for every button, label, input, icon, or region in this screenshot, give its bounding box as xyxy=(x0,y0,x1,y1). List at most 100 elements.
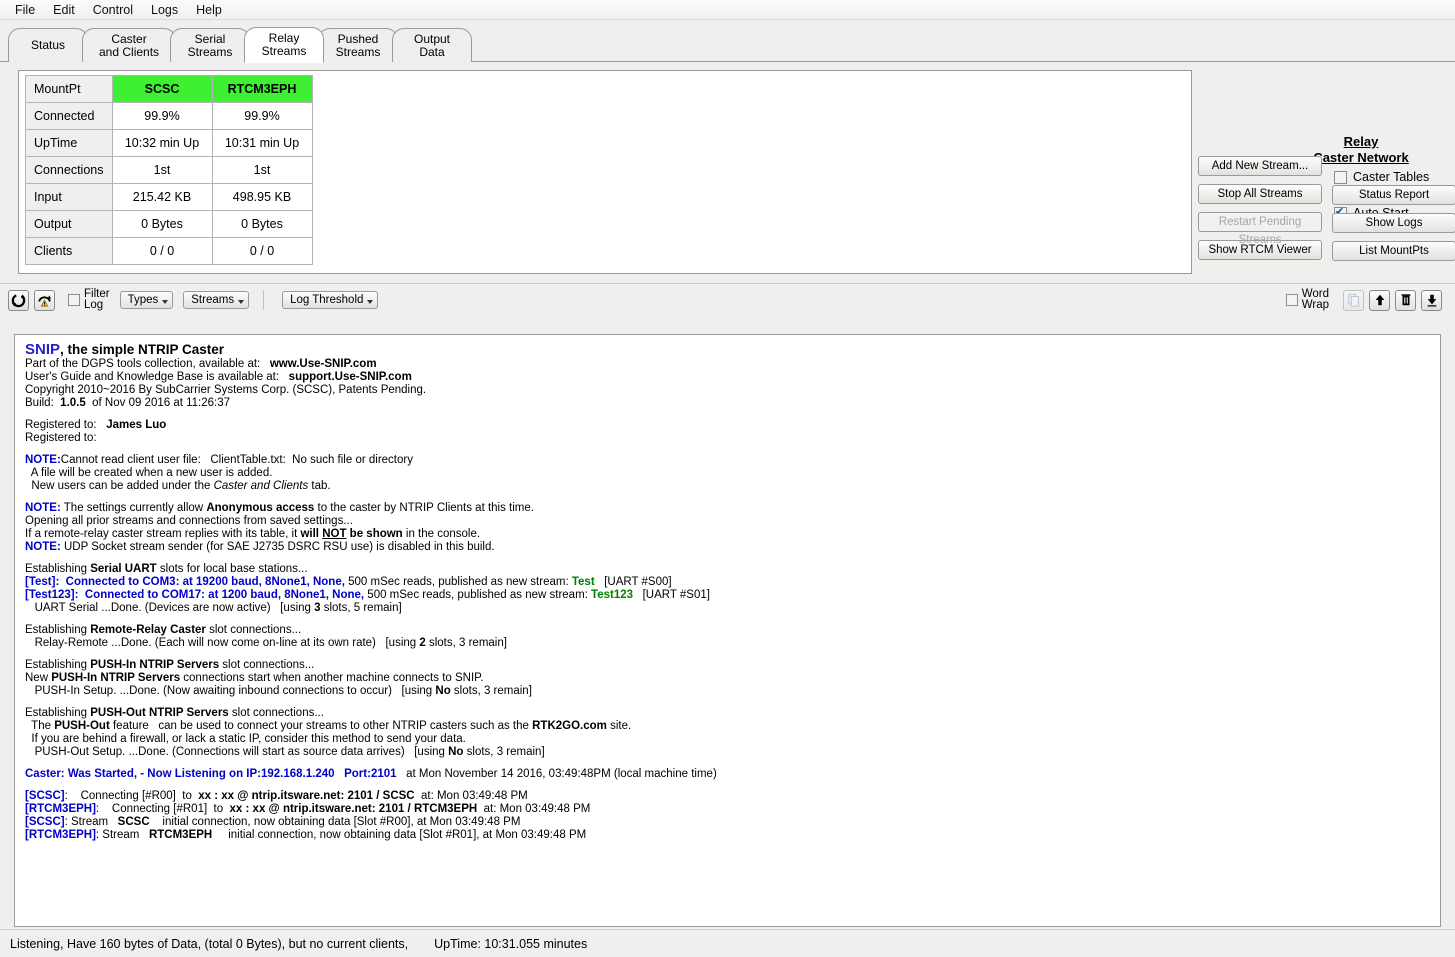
cell-connections-rtcm3eph: 1st xyxy=(211,156,313,184)
console-pushout-done: PUSH-Out Setup. ...Done. (Connections wi… xyxy=(25,746,1430,759)
cell-input-scsc: 215.42 KB xyxy=(111,183,213,211)
toolbar-divider xyxy=(263,290,265,310)
uart1-slot: [UART #S00] xyxy=(594,576,672,588)
console-stream-line-1: [SCSC]: Stream SCSC initial connection, … xyxy=(25,816,1430,829)
streams-stats-table: MountPt SCSC RTCM3EPH Connected 99.9% 99… xyxy=(25,75,313,265)
menu-item-control[interactable]: Control xyxy=(84,1,142,19)
tab-caster-line1: Caster xyxy=(111,31,147,46)
table-row: UpTime 10:32 min Up 10:31 min Up xyxy=(25,129,313,157)
stop-all-streams-button[interactable]: Stop All Streams xyxy=(1198,184,1322,204)
registered-label-1: Registered to: xyxy=(25,419,97,431)
tab-pushed-line1: Pushed xyxy=(337,31,379,46)
relay-control-panel: Relay Caster Network Caster Tables Recon… xyxy=(1196,70,1455,261)
tab-serial-line1: Serial xyxy=(194,31,226,46)
tab-caster-line2: and Clients xyxy=(99,44,160,59)
warning-arc-icon[interactable] xyxy=(34,289,55,311)
console-part-of-line: Part of the DGPS tools collection, avail… xyxy=(25,358,1430,371)
pushin-new-post: connections start when another machine c… xyxy=(180,672,484,684)
relay-buttons-left-column: Add New Stream... Stop All Streams Resta… xyxy=(1198,156,1322,268)
checkbox-caster-tables-box[interactable] xyxy=(1334,170,1347,184)
conn2-post: at: Mon 03:49:48 PM xyxy=(477,803,591,815)
row-label-input: Input xyxy=(25,183,113,211)
console-stream-line-2: [RTCM3EPH]: Stream RTCM3EPH initial conn… xyxy=(25,829,1430,842)
menu-item-logs[interactable]: Logs xyxy=(142,1,187,19)
menu-item-edit[interactable]: Edit xyxy=(44,1,84,19)
filter-log-label-line2: Log xyxy=(84,299,104,311)
note-text-1b: A file will be created when a new user i… xyxy=(30,467,273,479)
mountpt-scsc[interactable]: SCSC xyxy=(111,75,213,103)
status-bar: Listening, Have 160 bytes of Data, (tota… xyxy=(0,929,1455,957)
tab-serial-streams[interactable]: Serial Streams xyxy=(170,28,251,62)
support-link[interactable]: support.Use-SNIP.com xyxy=(289,371,412,383)
console-title-line: SNIP, the simple NTRIP Caster xyxy=(25,342,1430,358)
tab-output-line2: Data xyxy=(419,44,445,59)
conn3-pre: : Stream xyxy=(64,816,118,828)
uart-done-pre: UART Serial ...Done. (Devices are now ac… xyxy=(25,602,315,614)
word-wrap-checkbox[interactable] xyxy=(1285,294,1298,306)
cell-output-rtcm3eph: 0 Bytes xyxy=(211,210,313,238)
relay-streams-panel: MountPt SCSC RTCM3EPH Connected 99.9% 99… xyxy=(0,62,1455,284)
console-note-anonymous: NOTE: The settings currently allow Anony… xyxy=(25,502,1430,515)
anonymous-access-text: Anonymous access xyxy=(206,502,315,514)
tab-pushed-line2: Streams xyxy=(335,44,381,59)
status-listening-text: Listening, Have 160 bytes of Data, (tota… xyxy=(10,936,409,951)
add-new-stream-button[interactable]: Add New Stream... xyxy=(1198,156,1322,176)
show-rtcm-viewer-button[interactable]: Show RTCM Viewer xyxy=(1198,240,1322,260)
use-snip-link[interactable]: www.Use-SNIP.com xyxy=(270,358,377,370)
row-label-output: Output xyxy=(25,210,113,238)
note-tag-3: NOTE: xyxy=(25,541,61,553)
cell-uptime-rtcm3eph: 10:31 min Up xyxy=(211,129,313,157)
cell-input-rtcm3eph: 498.95 KB xyxy=(211,183,313,211)
tab-status-line1: Status xyxy=(30,38,66,52)
console-build-line: Build: 1.0.5 of Nov 09 2016 at 11:26:37 xyxy=(25,397,1430,410)
conn2-bold: xx : xx @ ntrip.itsware.net: 2101 / RTCM… xyxy=(229,803,478,815)
refresh-icon[interactable] xyxy=(8,289,29,311)
pushout-done-bold: No xyxy=(448,746,464,758)
conn2-tag: [RTCM3EPH] xyxy=(25,803,96,815)
console-guide-line: User's Guide and Knowledge Base is avail… xyxy=(25,371,1430,384)
console-pushin-done: PUSH-In Setup. ...Done. (Now awaiting in… xyxy=(25,685,1430,698)
log-toolbar: Filter Log Types Streams Log Threshold W… xyxy=(0,284,1455,316)
types-dropdown-button[interactable]: Types xyxy=(119,291,174,309)
menu-item-file[interactable]: File xyxy=(6,1,44,19)
console-connect-line-1: [SCSC]: Connecting [#R00] to xx : xx @ n… xyxy=(25,790,1430,803)
console-relay-done: Relay-Remote ...Done. (Each will now com… xyxy=(25,637,1430,650)
pushin-done-bold: No xyxy=(435,685,451,697)
word-wrap-label: Word Wrap xyxy=(1302,288,1329,312)
app-window: File Edit Control Logs Help Status Caste… xyxy=(0,0,1455,957)
build-label: Build: xyxy=(25,397,54,409)
relay-head-pre: Establishing xyxy=(25,624,91,636)
restart-pending-streams-button: Restart Pending Streams xyxy=(1198,212,1322,246)
uart1-mid: 500 mSec reads, published as new stream: xyxy=(344,576,572,588)
menu-item-help[interactable]: Help xyxy=(187,1,231,19)
status-report-button[interactable]: Status Report xyxy=(1332,185,1455,205)
tab-pushed-streams[interactable]: Pushed Streams xyxy=(318,28,399,62)
tab-output-data[interactable]: Output Data xyxy=(392,28,473,62)
console-uart-head: Establishing Serial UART slots for local… xyxy=(25,563,1430,576)
checkbox-caster-tables[interactable]: Caster Tables xyxy=(1334,170,1446,184)
mountpt-rtcm3eph[interactable]: RTCM3EPH xyxy=(211,75,313,103)
tab-output-line1: Output xyxy=(414,31,451,46)
trash-icon[interactable] xyxy=(1395,289,1416,311)
tab-status[interactable]: Status xyxy=(8,28,88,62)
console-connect-line-2: [RTCM3EPH]: Connecting [#R01] to xx : xx… xyxy=(25,803,1430,816)
row-label-connections: Connections xyxy=(25,156,113,184)
show-logs-button[interactable]: Show Logs xyxy=(1332,213,1455,233)
log-console[interactable]: SNIP, the simple NTRIP Caster Part of th… xyxy=(14,334,1441,927)
console-relay-head: Establishing Remote-Relay Caster slot co… xyxy=(25,624,1430,637)
table-row: MountPt SCSC RTCM3EPH xyxy=(25,75,313,103)
pushin-done-pre: PUSH-In Setup. ...Done. (Now awaiting in… xyxy=(25,685,436,697)
tab-relay-line1: Relay xyxy=(268,31,300,45)
console-pushin-new: New PUSH-In NTRIP Servers connections st… xyxy=(25,672,1430,685)
arrow-up-icon[interactable] xyxy=(1369,289,1390,311)
filter-log-checkbox[interactable] xyxy=(68,294,80,306)
tab-relay-streams[interactable]: Relay Streams xyxy=(244,27,325,63)
arrow-down-icon[interactable] xyxy=(1421,289,1442,311)
tab-caster-and-clients[interactable]: Caster and Clients xyxy=(82,28,177,62)
list-mountpts-button[interactable]: List MountPts xyxy=(1332,241,1455,261)
log-threshold-button[interactable]: Log Threshold xyxy=(282,291,379,309)
conn3-post: initial connection, now obtaining data [… xyxy=(149,816,521,828)
streams-dropdown-button[interactable]: Streams xyxy=(183,291,250,309)
rtk2go-link[interactable]: RTK2GO.com xyxy=(532,720,607,732)
uart1-conn: : Connected to COM3: at 19200 baud, 8Non… xyxy=(55,576,345,588)
